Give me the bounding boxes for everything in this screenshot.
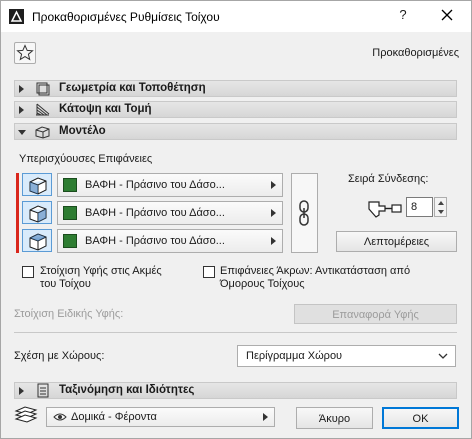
help-button[interactable]: ? bbox=[395, 7, 411, 25]
override-surfaces-label: Υπερισχύουσες Επιφάνειες bbox=[19, 153, 153, 165]
model-icon bbox=[35, 126, 50, 139]
expand-arrow-icon bbox=[19, 106, 24, 114]
classification-icon bbox=[37, 383, 49, 398]
section-model-label: Μοντέλο bbox=[59, 125, 106, 137]
surface-edges-button[interactable] bbox=[22, 229, 52, 252]
edge-surfaces-label: Επιφάνειες Άκρων: Αντικατάσταση από Όμορ… bbox=[220, 265, 411, 290]
surface-material-dropdown-2[interactable]: ΒΑΦΗ - Πράσινο του Δάσο... bbox=[57, 201, 283, 225]
dropdown-arrow-icon bbox=[271, 237, 276, 245]
surface-material-dropdown-1[interactable]: ΒΑΦΗ - Πράσινο του Δάσο... bbox=[57, 173, 283, 197]
wall-reference-side-icon bbox=[29, 177, 47, 195]
layer-name: Δομικά - Φέροντα bbox=[71, 411, 157, 423]
connection-order-stepper[interactable] bbox=[434, 197, 447, 217]
material-name: ΒΑΦΗ - Πράσινο του Δάσο... bbox=[85, 179, 225, 191]
zone-relation-label: Σχέση με Χώρους: bbox=[14, 350, 105, 362]
archicad-app-icon bbox=[9, 9, 24, 24]
wall-edges-icon bbox=[29, 233, 47, 251]
align-texture-label: Στοίχιση Υφής στις Ακμές του Τοίχου bbox=[40, 265, 162, 290]
wall-default-settings-dialog: Προκαθορισμένες Ρυθμίσεις Τοίχου ? Προκα… bbox=[0, 0, 472, 439]
zone-relation-value: Περίγραμμα Χώρου bbox=[246, 350, 343, 362]
floor-plan-icon bbox=[36, 103, 50, 116]
divider bbox=[14, 332, 457, 333]
geometry-icon bbox=[36, 82, 50, 96]
connection-order-input[interactable]: 8 bbox=[406, 197, 433, 217]
material-swatch bbox=[63, 178, 77, 192]
edge-surfaces-checkbox[interactable] bbox=[203, 266, 215, 278]
expand-arrow-icon bbox=[19, 85, 24, 93]
connection-order-icon bbox=[368, 201, 402, 218]
collapse-arrow-icon bbox=[18, 130, 26, 135]
section-classification[interactable]: Ταξινόμηση και Ιδιότητες bbox=[14, 382, 457, 399]
section-floor-plan-label: Κάτοψη και Τομή bbox=[59, 103, 152, 115]
reset-texture-button[interactable]: Επαναφορά Υφής bbox=[294, 304, 457, 324]
connection-order-label: Σειρά Σύνδεσης: bbox=[348, 173, 429, 185]
section-geometry-label: Γεωμετρία και Τοποθέτηση bbox=[59, 82, 206, 94]
material-swatch bbox=[63, 234, 77, 248]
wall-opposite-side-icon bbox=[29, 205, 47, 223]
dropdown-arrow-icon bbox=[271, 209, 276, 217]
favorites-button[interactable] bbox=[14, 42, 36, 64]
section-classification-label: Ταξινόμηση και Ιδιότητες bbox=[59, 384, 195, 396]
surface-material-dropdown-3[interactable]: ΒΑΦΗ - Πράσινο του Δάσο... bbox=[57, 229, 283, 253]
layer-dropdown[interactable]: Δομικά - Φέροντα bbox=[46, 407, 275, 427]
surface-opposite-side-button[interactable] bbox=[22, 201, 52, 224]
override-highlight-bar bbox=[16, 173, 19, 253]
zone-relation-select[interactable]: Περίγραμμα Χώρου bbox=[237, 345, 456, 367]
section-geometry[interactable]: Γεωμετρία και Τοποθέτηση bbox=[14, 80, 457, 97]
section-floor-plan[interactable]: Κάτοψη και Τομή bbox=[14, 101, 457, 118]
ok-button[interactable]: OK bbox=[382, 407, 459, 429]
star-icon bbox=[16, 44, 34, 61]
align-texture-checkbox[interactable] bbox=[22, 266, 34, 278]
layers-icon bbox=[14, 406, 38, 423]
material-name: ΒΑΦΗ - Πράσινο του Δάσο... bbox=[85, 235, 225, 247]
stepper-down-icon[interactable] bbox=[438, 210, 444, 214]
chevron-down-icon bbox=[438, 353, 448, 359]
close-icon[interactable] bbox=[437, 5, 457, 25]
eye-icon bbox=[53, 413, 67, 421]
dropdown-arrow-icon bbox=[263, 413, 268, 421]
dropdown-arrow-icon bbox=[271, 181, 276, 189]
surface-reference-side-button[interactable] bbox=[22, 173, 52, 196]
details-button[interactable]: Λεπτομέρειες bbox=[336, 231, 457, 252]
link-surfaces-toggle[interactable] bbox=[291, 173, 318, 253]
material-swatch bbox=[63, 206, 77, 220]
window-title: Προκαθορισμένες Ρυθμίσεις Τοίχου bbox=[32, 10, 220, 24]
stepper-up-icon[interactable] bbox=[438, 201, 444, 205]
expand-arrow-icon bbox=[19, 387, 24, 395]
cancel-button[interactable]: Άκυρο bbox=[296, 407, 373, 429]
preset-name: Προκαθορισμένες bbox=[372, 47, 459, 59]
section-model[interactable]: Μοντέλο bbox=[14, 123, 457, 140]
title-bar: Προκαθορισμένες Ρυθμίσεις Τοίχου ? bbox=[1, 1, 471, 32]
chain-link-icon bbox=[299, 200, 309, 226]
custom-texture-label: Στοίχιση Ειδικής Υφής: bbox=[14, 308, 124, 320]
material-name: ΒΑΦΗ - Πράσινο του Δάσο... bbox=[85, 207, 225, 219]
